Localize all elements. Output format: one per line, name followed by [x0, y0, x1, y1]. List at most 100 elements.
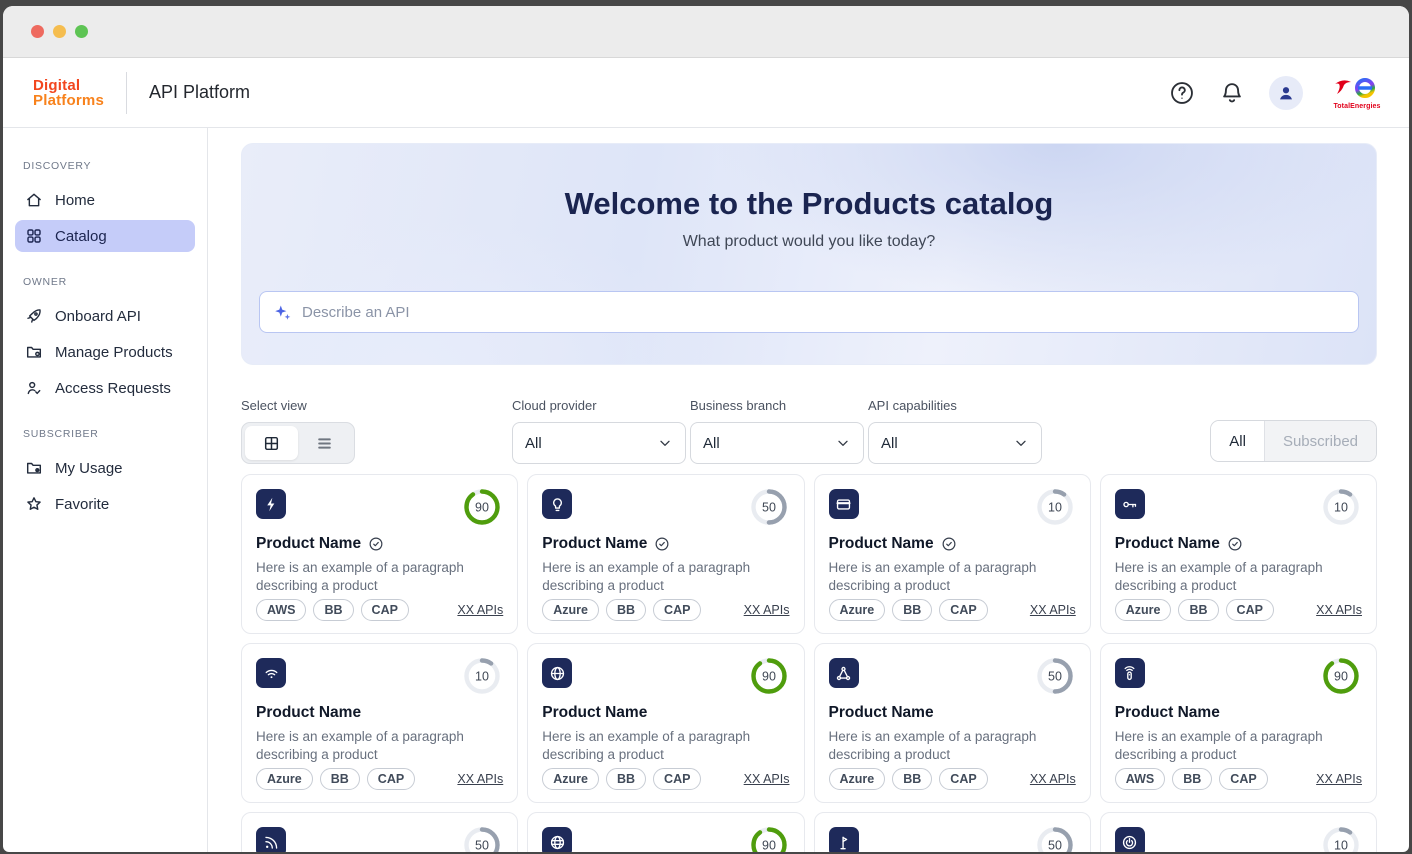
- score-ring: 90: [748, 655, 790, 697]
- score-ring: 10: [461, 655, 503, 697]
- filter-dropdown-business-branch[interactable]: All: [690, 422, 864, 464]
- product-card[interactable]: 90 Product Name Here is an example of a …: [527, 643, 804, 803]
- minimize-window-button[interactable]: [53, 25, 66, 38]
- product-card[interactable]: 50 Product Name Here is an example of a …: [527, 474, 804, 634]
- sidebar-item-my-usage[interactable]: My Usage: [15, 452, 195, 484]
- svg-text:50: 50: [1048, 670, 1062, 684]
- product-card[interactable]: 10: [1100, 812, 1377, 852]
- star-icon: [25, 495, 43, 513]
- product-card[interactable]: 10 Product Name Here is an example of a …: [814, 474, 1091, 634]
- main-content: Welcome to the Products catalog What pro…: [208, 128, 1409, 852]
- app-header: Digital Platforms API Platform: [3, 58, 1409, 128]
- verified-check-icon: [368, 536, 384, 552]
- product-name: Product Name: [256, 704, 361, 722]
- sidebar-item-label: Access Requests: [55, 380, 171, 397]
- header-divider: [126, 72, 127, 114]
- filter-label: Cloud provider: [512, 398, 686, 413]
- describe-api-input[interactable]: [302, 304, 1345, 321]
- account-icon[interactable]: [1269, 76, 1303, 110]
- notifications-icon[interactable]: [1219, 80, 1245, 106]
- sidebar-section-label: DISCOVERY: [23, 160, 187, 172]
- svg-text:10: 10: [1334, 839, 1348, 853]
- apis-link[interactable]: XX APIs: [457, 603, 503, 617]
- sidebar-item-label: Onboard API: [55, 308, 141, 325]
- score-ring: 50: [1034, 824, 1076, 852]
- apis-link[interactable]: XX APIs: [1030, 603, 1076, 617]
- score-ring: 50: [1034, 655, 1076, 697]
- select-view-label: Select view: [241, 398, 355, 413]
- chevron-down-icon: [835, 435, 851, 451]
- filter-all-button[interactable]: All: [1211, 421, 1264, 461]
- globe-icon: [542, 658, 572, 688]
- grid-view-button[interactable]: [245, 426, 298, 460]
- apis-link[interactable]: XX APIs: [1316, 772, 1362, 786]
- filter-subscribed-button[interactable]: Subscribed: [1264, 421, 1376, 461]
- banner-subtitle: What product would you like today?: [242, 233, 1376, 251]
- sidebar-section-label: OWNER: [23, 276, 187, 288]
- product-name: Product Name: [829, 535, 934, 553]
- verified-check-icon: [1227, 536, 1243, 552]
- home-icon: [25, 191, 43, 209]
- svg-text:90: 90: [762, 839, 776, 853]
- tag-pill-azure: Azure: [542, 599, 599, 621]
- bulb-icon: [542, 489, 572, 519]
- welcome-banner: Welcome to the Products catalog What pro…: [241, 143, 1377, 365]
- apis-link[interactable]: XX APIs: [744, 772, 790, 786]
- svg-text:50: 50: [1048, 839, 1062, 853]
- apis-link[interactable]: XX APIs: [1030, 772, 1076, 786]
- product-card[interactable]: 90 Product Name Here is an example of a …: [241, 474, 518, 634]
- product-card-grid: 90 Product Name Here is an example of a …: [241, 474, 1377, 852]
- product-name: Product Name: [542, 535, 647, 553]
- apis-link[interactable]: XX APIs: [744, 603, 790, 617]
- view-toggle: [241, 422, 355, 464]
- filter-label: API capabilities: [868, 398, 1042, 413]
- tag-pill-cap: CAP: [361, 599, 409, 621]
- product-card[interactable]: 90: [527, 812, 804, 852]
- maximize-window-button[interactable]: [75, 25, 88, 38]
- sidebar-item-manage-products[interactable]: Manage Products: [15, 336, 195, 368]
- window-controls: [31, 25, 88, 38]
- apis-link[interactable]: XX APIs: [457, 772, 503, 786]
- wifi-icon: [256, 658, 286, 688]
- tag-pill-azure: Azure: [1115, 599, 1172, 621]
- sidebar-item-onboard-api[interactable]: Onboard API: [15, 300, 195, 332]
- sidebar-item-access-requests[interactable]: Access Requests: [15, 372, 195, 404]
- sidebar-sections: DISCOVERY Home Catalog OWNER Onboard API…: [15, 160, 195, 520]
- score-ring: 10: [1320, 486, 1362, 528]
- brand-caption: TotalEnergies: [1333, 103, 1380, 110]
- filter-dropdown-value: All: [525, 435, 542, 452]
- filter-dropdown-cloud-provider[interactable]: All: [512, 422, 686, 464]
- product-card[interactable]: 50 Product Name Here is an example of a …: [814, 643, 1091, 803]
- product-card[interactable]: 90 Product Name Here is an example of a …: [1100, 643, 1377, 803]
- product-description: Here is an example of a paragraph descri…: [256, 559, 503, 594]
- sidebar-item-label: My Usage: [55, 460, 123, 477]
- sidebar-item-label: Manage Products: [55, 344, 173, 361]
- svg-text:10: 10: [1048, 501, 1062, 515]
- filter-dropdown-api-capabilities[interactable]: All: [868, 422, 1042, 464]
- tag-pill-azure: Azure: [256, 768, 313, 790]
- product-card[interactable]: 50: [814, 812, 1091, 852]
- subscription-toggle: All Subscribed: [1210, 420, 1377, 462]
- power-icon: [1115, 827, 1145, 852]
- sidebar-section: DISCOVERY Home Catalog: [15, 160, 195, 252]
- chevron-down-icon: [657, 435, 673, 451]
- svg-text:90: 90: [1334, 670, 1348, 684]
- sidebar-item-favorite[interactable]: Favorite: [15, 488, 195, 520]
- score-ring: 50: [461, 824, 503, 852]
- sidebar-section: SUBSCRIBER My Usage Favorite: [15, 428, 195, 520]
- sidebar-item-home[interactable]: Home: [15, 184, 195, 216]
- product-description: Here is an example of a paragraph descri…: [829, 728, 1076, 763]
- help-icon[interactable]: [1169, 80, 1195, 106]
- apis-link[interactable]: XX APIs: [1316, 603, 1362, 617]
- product-card[interactable]: 50: [241, 812, 518, 852]
- tag-pill-aws: AWS: [1115, 768, 1165, 790]
- product-description: Here is an example of a paragraph descri…: [1115, 559, 1362, 594]
- score-ring: 10: [1034, 486, 1076, 528]
- product-card[interactable]: 10 Product Name Here is an example of a …: [1100, 474, 1377, 634]
- product-card[interactable]: 10 Product Name Here is an example of a …: [241, 643, 518, 803]
- sidebar-item-catalog[interactable]: Catalog: [15, 220, 195, 252]
- describe-api-searchbar[interactable]: [259, 291, 1359, 333]
- folder-usage-icon: [25, 459, 43, 477]
- close-window-button[interactable]: [31, 25, 44, 38]
- list-view-button[interactable]: [298, 426, 351, 460]
